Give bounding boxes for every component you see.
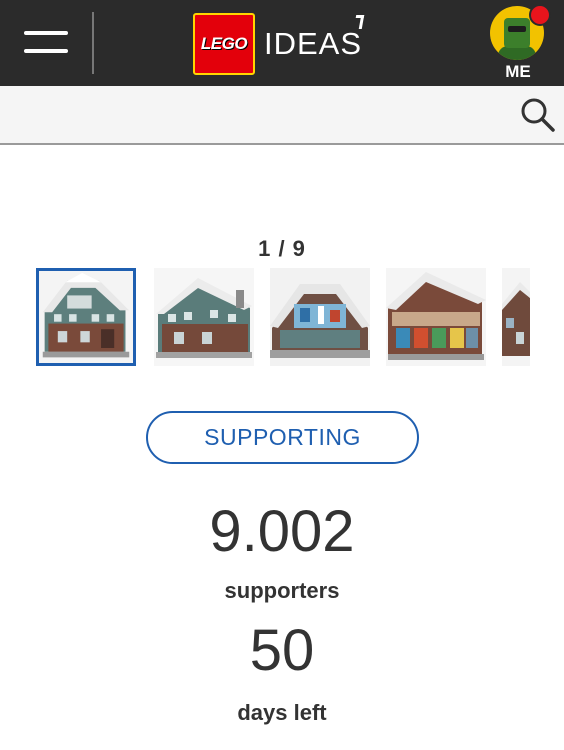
- thumbnail-3[interactable]: [270, 268, 370, 366]
- supporting-button[interactable]: SUPPORTING: [146, 411, 419, 464]
- lego-logo-text: LEGO: [200, 34, 248, 53]
- top-header: LEGO IDEAS ME: [0, 0, 564, 86]
- thumbnail-5[interactable]: [502, 268, 530, 366]
- supporters-count: 9.002: [209, 499, 355, 564]
- avatar-visor: [508, 26, 526, 32]
- lego-ideas-logo[interactable]: LEGO IDEAS: [193, 13, 365, 75]
- menu-line-bottom: [24, 49, 68, 53]
- thumbnail-2[interactable]: [154, 268, 254, 366]
- user-profile-button[interactable]: ME: [486, 4, 551, 84]
- lego-logo-icon: LEGO: [193, 13, 255, 75]
- search-icon[interactable]: [519, 96, 557, 134]
- days-left-label: days left: [237, 700, 327, 725]
- notification-dot: [529, 4, 551, 26]
- menu-line-top: [24, 31, 68, 35]
- avatar-body: [498, 46, 536, 60]
- image-counter: 1 / 9: [258, 236, 306, 261]
- supporters-label: supporters: [224, 578, 340, 603]
- thumbnail-4[interactable]: [386, 268, 486, 366]
- days-left-count: 50: [249, 618, 315, 683]
- user-label: ME: [505, 62, 531, 81]
- image-thumbnail-strip[interactable]: [36, 268, 530, 366]
- search-bar[interactable]: [0, 86, 564, 145]
- avatar-face: [504, 18, 530, 48]
- hamburger-menu-icon[interactable]: [24, 28, 68, 58]
- ideas-brand-text: IDEAS: [264, 26, 363, 61]
- ideas-mark-icon: [358, 15, 365, 29]
- header-divider: [92, 12, 94, 74]
- thumbnail-1[interactable]: [36, 268, 136, 366]
